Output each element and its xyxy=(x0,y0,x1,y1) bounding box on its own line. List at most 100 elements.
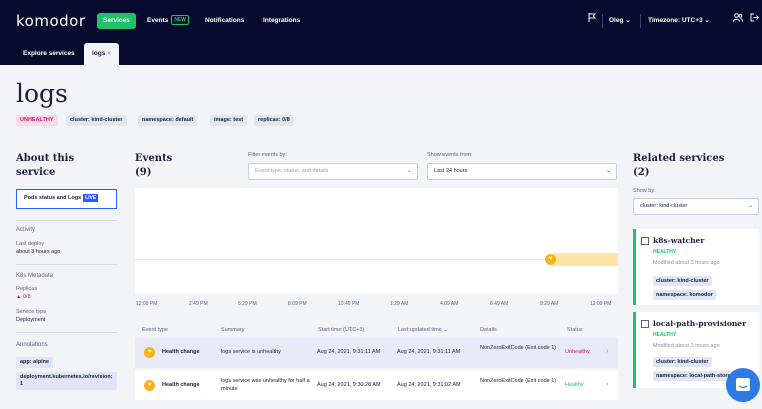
namespace-chip: namespace: komodor xyxy=(653,290,716,300)
about-heading: About this service xyxy=(16,153,75,178)
col-summary[interactable]: Summary xyxy=(221,327,245,333)
annotation-chip: deployment.kubernetes.io/revision: 1 xyxy=(16,372,117,390)
show-by-select[interactable]: cluster: kind-cluster ⌄ xyxy=(633,198,759,215)
unhealthy-period-bar[interactable] xyxy=(553,253,618,266)
nav-services[interactable]: Services xyxy=(97,13,136,29)
chevron-down-icon: ⌄ xyxy=(704,17,710,24)
filter-label: Filter events by: xyxy=(248,152,287,158)
user-name: Oleg xyxy=(609,17,624,24)
nav-notifications[interactable]: Notifications xyxy=(199,13,250,29)
modified-time: Modified about 3 hours ago xyxy=(653,343,720,349)
pods-button-label: Pods status and Logs xyxy=(24,195,82,201)
cluster-chip: cluster: kind-cluster xyxy=(653,357,712,367)
timeline-tick: 10:49 PM xyxy=(338,301,360,307)
events-count: (9) xyxy=(135,167,152,178)
timeline-tick: 8:09 PM xyxy=(288,301,307,307)
annotation-chip: app: alpine xyxy=(16,357,54,368)
event-filter-input[interactable]: Event type, status, and details ⌄ xyxy=(248,163,418,180)
event-summary: logs service was unhealthy for half a mi… xyxy=(221,378,310,392)
pods-status-logs-button[interactable]: Pods status and Logs LIVE xyxy=(16,189,117,209)
time-range-value: Last 24 hours xyxy=(434,168,468,174)
users-icon[interactable] xyxy=(733,13,743,29)
last-deploy-label: Last deploy xyxy=(16,241,45,247)
related-services-heading: Related services xyxy=(633,153,725,164)
service-type-label: Service type xyxy=(16,309,47,315)
event-type: Health change xyxy=(162,382,200,388)
chat-icon xyxy=(736,378,750,391)
tab-explore-services[interactable]: Explore services xyxy=(15,43,83,65)
col-details[interactable]: Details xyxy=(480,327,497,333)
nav-integrations[interactable]: Integrations xyxy=(257,13,306,29)
chevron-down-icon: ⌄ xyxy=(747,203,753,209)
select-checkbox[interactable] xyxy=(641,320,649,328)
activity-label: Activity xyxy=(16,227,36,233)
col-status[interactable]: Status xyxy=(567,327,583,333)
nav-events[interactable]: Events NEW xyxy=(141,13,195,29)
events-timeline[interactable]: ♥ xyxy=(135,188,618,294)
col-last-updated[interactable]: Last updated time ⌄ xyxy=(398,327,448,333)
col-event-type[interactable]: Event type xyxy=(142,327,168,333)
namespace-chip: namespace: default xyxy=(138,115,198,126)
events-heading: Events xyxy=(135,153,173,164)
replicas-label: Replicas xyxy=(16,286,38,292)
col-last-updated-label: Last updated time xyxy=(398,327,442,333)
service-name[interactable]: local-path-provisioner xyxy=(653,319,746,328)
service-name[interactable]: k8s-watcher xyxy=(653,236,704,245)
heart-icon: ♥ xyxy=(144,380,155,391)
modified-time: Modified about 3 hours ago xyxy=(653,260,720,266)
warning-icon: ▲ xyxy=(16,294,22,300)
timezone-selector[interactable]: Timezone: UTC+3 ⌄ xyxy=(648,13,710,29)
chevron-right-icon[interactable]: › xyxy=(606,381,608,388)
col-start-time[interactable]: Start time (UTC+3) xyxy=(318,327,364,333)
table-row[interactable]: ♥ Health change logs service was unhealt… xyxy=(135,370,618,400)
select-checkbox[interactable] xyxy=(641,237,649,245)
timeline-tick: 6:49 AM xyxy=(490,301,509,307)
timeline-tick: 4:09 AM xyxy=(440,301,459,307)
chat-launcher[interactable] xyxy=(726,368,760,402)
timeline-tick: 12:09 PM xyxy=(590,301,612,307)
last-deploy-value: about 3 hours ago xyxy=(16,249,61,255)
page-title: logs xyxy=(16,79,68,108)
time-range-select[interactable]: Last 24 hours ⌄ xyxy=(427,163,617,180)
user-menu[interactable]: Oleg ⌄ xyxy=(609,13,631,29)
event-type: Health change xyxy=(162,349,200,355)
tab-logs-label: logs xyxy=(92,50,106,57)
event-details: NonZeroExitCode (Exit code 1) xyxy=(480,345,557,351)
health-status: HEALTHY xyxy=(653,249,677,255)
timeline-tick: 9:29 AM xyxy=(540,301,559,307)
chevron-right-icon[interactable]: › xyxy=(606,348,608,355)
event-status: Unhealthy xyxy=(565,349,590,355)
health-change-marker[interactable]: ♥ xyxy=(545,254,556,265)
chevron-down-icon: ⌄ xyxy=(625,17,631,24)
show-by-label: Show by: xyxy=(633,188,656,194)
service-type-value: Deployment xyxy=(16,317,46,323)
tab-logs[interactable]: logs × xyxy=(84,43,119,65)
related-service-card[interactable]: k8s-watcher HEALTHY Modified about 3 hou… xyxy=(633,229,759,305)
annotations-label: Annotations xyxy=(16,342,48,348)
timeline-tick: 5:29 PM xyxy=(238,301,257,307)
chevron-down-icon: ⌄ xyxy=(605,168,611,174)
chevron-down-icon: ⌄ xyxy=(406,168,412,174)
timeline-tick: 2:49 PM xyxy=(189,301,208,307)
event-details: NonZeroExitCode (Exit code 1) xyxy=(480,378,557,384)
related-services-count: (2) xyxy=(633,167,650,178)
komodor-logo[interactable]: komodor xyxy=(16,12,85,30)
flag-icon[interactable] xyxy=(588,13,596,29)
timeline-tick: 1:29 AM xyxy=(390,301,409,307)
close-icon[interactable]: × xyxy=(107,50,111,57)
image-chip: image: test xyxy=(210,115,248,126)
event-last-updated: Aug 24, 2021, 9:31:02 AM xyxy=(397,382,461,388)
replicas-value: ▲ 0/8 xyxy=(16,294,31,300)
timezone-label: Timezone: UTC+3 xyxy=(648,17,703,24)
show-by-value: cluster: kind-cluster xyxy=(640,203,688,209)
replicas-chip: replicas: 0/8 xyxy=(254,115,294,126)
replicas-count: 0/8 xyxy=(22,294,31,300)
table-row[interactable]: ♥ Health change logs service is unhealth… xyxy=(135,338,618,368)
logout-icon[interactable] xyxy=(750,13,760,29)
heart-icon: ♥ xyxy=(144,347,155,358)
event-summary: logs service is unhealthy xyxy=(221,349,281,355)
cluster-chip: cluster: kind-cluster xyxy=(653,276,712,286)
health-status: HEALTHY xyxy=(653,332,677,338)
top-nav-bar: komodor Services Events NEW Notifications… xyxy=(0,0,762,38)
event-start-time: Aug 24, 2021, 9:30:28 AM xyxy=(317,382,381,388)
